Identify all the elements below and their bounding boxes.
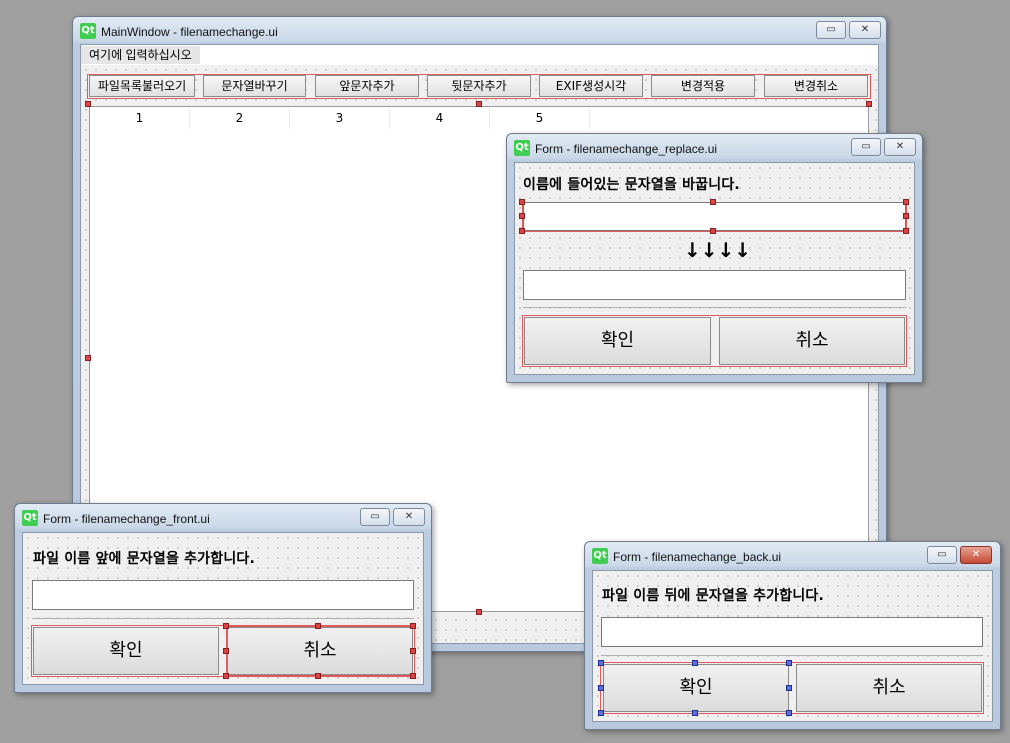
selection-handle[interactable] xyxy=(476,609,482,615)
minimize-button[interactable]: ▭ xyxy=(816,21,846,39)
close-button[interactable]: ✕ xyxy=(884,138,916,156)
selection-handle[interactable] xyxy=(223,623,229,629)
selection-handle[interactable] xyxy=(692,710,698,716)
replacement-string-input[interactable] xyxy=(523,270,906,300)
selection-handle[interactable] xyxy=(410,648,416,654)
selection-handle[interactable] xyxy=(223,648,229,654)
back-ok-button[interactable]: 확인 xyxy=(603,664,789,712)
selection-handle[interactable] xyxy=(85,101,91,107)
replace-string-button[interactable]: 문자열바꾸기 xyxy=(203,75,306,97)
selection-handle[interactable] xyxy=(410,673,416,679)
add-front-button[interactable]: 앞문자추가 xyxy=(315,75,419,97)
selection-handle[interactable] xyxy=(903,228,909,234)
selection-handle[interactable] xyxy=(692,660,698,666)
selection-handle[interactable] xyxy=(903,213,909,219)
selection-handle[interactable] xyxy=(519,199,525,205)
selection-handle[interactable] xyxy=(223,673,229,679)
selection-handle[interactable] xyxy=(315,673,321,679)
selection-handle[interactable] xyxy=(710,228,716,234)
selection-handle[interactable] xyxy=(519,228,525,234)
qt-logo-icon: Qt xyxy=(80,23,96,39)
selection-handle[interactable] xyxy=(598,710,604,716)
selection-handle[interactable] xyxy=(786,710,792,716)
window-title: Form - filenamechange_replace.ui xyxy=(535,142,718,156)
qt-logo-icon: Qt xyxy=(514,140,530,156)
window-title: Form - filenamechange_front.ui xyxy=(43,512,210,526)
column-header[interactable]: 1 xyxy=(90,107,190,129)
replace-ok-button[interactable]: 확인 xyxy=(524,317,711,365)
add-back-button[interactable]: 뒷문자추가 xyxy=(427,75,531,97)
selection-handle[interactable] xyxy=(410,623,416,629)
separator-line xyxy=(523,307,906,308)
close-button[interactable]: ✕ xyxy=(960,546,992,564)
back-description-label: 파일 이름 뒤에 문자열을 추가합니다. xyxy=(602,588,825,604)
column-header[interactable]: 4 xyxy=(390,107,490,129)
separator-line xyxy=(32,618,414,619)
selection-handle[interactable] xyxy=(315,623,321,629)
selection-handle[interactable] xyxy=(786,660,792,666)
cancel-changes-button[interactable]: 변경취소 xyxy=(764,75,868,97)
close-button[interactable]: ✕ xyxy=(849,21,881,39)
minimize-button[interactable]: ▭ xyxy=(360,508,390,526)
apply-changes-button[interactable]: 변경적용 xyxy=(651,75,755,97)
replace-description-label: 이름에 들어있는 문자열을 바꿉니다. xyxy=(523,177,740,193)
column-header[interactable]: 5 xyxy=(490,107,590,129)
front-string-input[interactable] xyxy=(32,580,414,610)
replace-cancel-button[interactable]: 취소 xyxy=(719,317,905,365)
replace-form-titlebar[interactable]: Qt Form - filenamechange_replace.ui ▭ ✕ xyxy=(507,134,922,162)
window-title: Form - filenamechange_back.ui xyxy=(613,550,782,564)
selection-handle[interactable] xyxy=(598,660,604,666)
menu-bar: 여기에 입력하십시오 xyxy=(81,45,878,65)
selection-handle[interactable] xyxy=(598,685,604,691)
selection-handle[interactable] xyxy=(786,685,792,691)
front-form-titlebar[interactable]: Qt Form - filenamechange_front.ui ▭ ✕ xyxy=(15,504,431,532)
load-files-button[interactable]: 파일목록불러오기 xyxy=(89,75,195,97)
qt-logo-icon: Qt xyxy=(22,510,38,526)
back-string-input[interactable] xyxy=(601,617,983,647)
column-header[interactable]: 2 xyxy=(190,107,290,129)
back-cancel-button[interactable]: 취소 xyxy=(796,664,982,712)
selection-handle[interactable] xyxy=(866,101,872,107)
down-arrows-label: ↓↓↓↓ xyxy=(684,238,752,262)
back-form-titlebar[interactable]: Qt Form - filenamechange_back.ui ▭ ✕ xyxy=(585,542,1000,570)
front-description-label: 파일 이름 앞에 문자열을 추가합니다. xyxy=(33,551,256,567)
exif-time-button[interactable]: EXIF생성시각 xyxy=(539,75,643,97)
selection-handle[interactable] xyxy=(519,213,525,219)
selection-handle[interactable] xyxy=(903,199,909,205)
front-cancel-button[interactable]: 취소 xyxy=(227,627,413,675)
separator-line xyxy=(601,655,983,656)
window-title: MainWindow - filenamechange.ui xyxy=(101,25,278,39)
minimize-button[interactable]: ▭ xyxy=(851,138,881,156)
column-header[interactable]: 3 xyxy=(290,107,390,129)
qt-logo-icon: Qt xyxy=(592,548,608,564)
main-window-titlebar[interactable]: Qt MainWindow - filenamechange.ui ▭ ✕ xyxy=(73,17,886,45)
minimize-button[interactable]: ▭ xyxy=(927,546,957,564)
close-button[interactable]: ✕ xyxy=(393,508,425,526)
selection-handle[interactable] xyxy=(710,199,716,205)
front-ok-button[interactable]: 확인 xyxy=(33,627,219,675)
selection-handle[interactable] xyxy=(476,101,482,107)
selection-handle[interactable] xyxy=(85,355,91,361)
search-string-input[interactable] xyxy=(523,202,906,231)
menu-placeholder[interactable]: 여기에 입력하십시오 xyxy=(81,46,200,64)
